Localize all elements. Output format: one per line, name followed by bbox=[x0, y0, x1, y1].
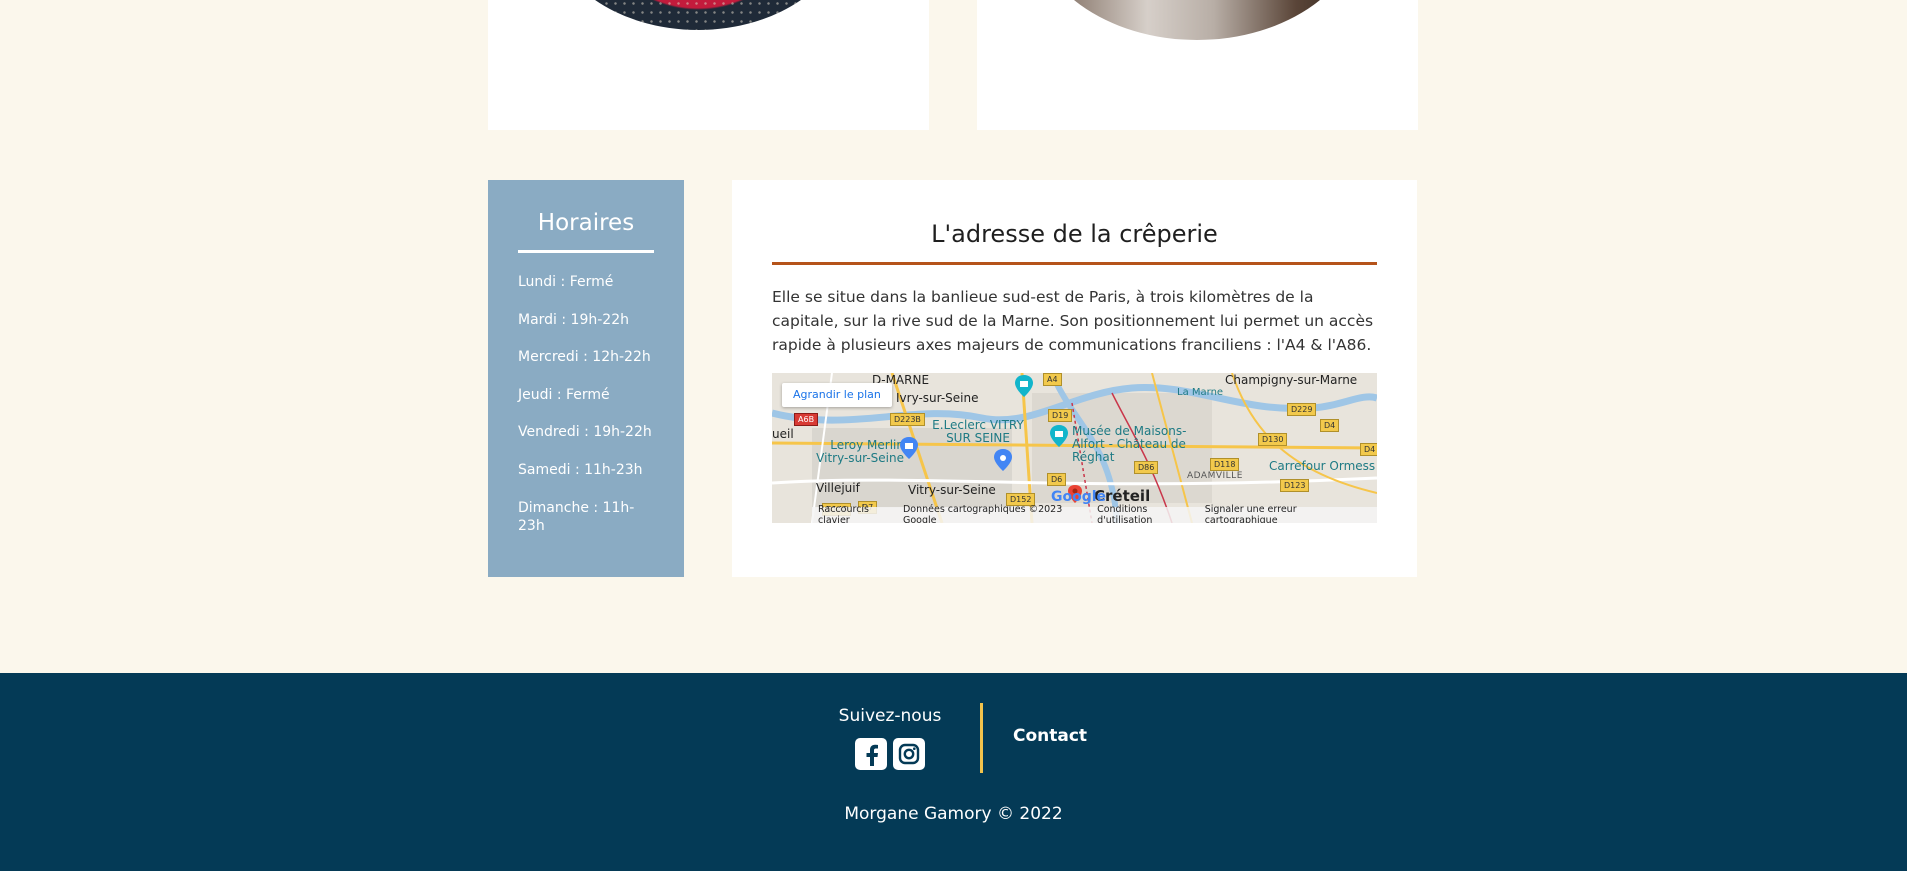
terms-link[interactable]: Conditions d'utilisation bbox=[1097, 504, 1205, 523]
address-description: Elle se situe dans la banlieue sud-est d… bbox=[772, 288, 1374, 354]
map-label-villejuif: Villejuif bbox=[816, 481, 860, 495]
address-title: L'adresse de la crêperie bbox=[772, 220, 1377, 265]
road-shield: D223B bbox=[890, 413, 925, 426]
map-label-adamville: ADAMVILLE bbox=[1187, 471, 1243, 481]
road-shield: D123 bbox=[1280, 479, 1310, 492]
map-label-ivry: Ivry-sur-Seine bbox=[896, 391, 979, 405]
road-shield: D229 bbox=[1287, 403, 1317, 416]
road-shield: D130 bbox=[1258, 433, 1288, 446]
hours-item-monday: Lundi : Fermé bbox=[518, 274, 614, 290]
road-shield: D4 bbox=[1320, 419, 1340, 432]
instagram-icon[interactable] bbox=[893, 738, 925, 770]
gallery-card-crepe bbox=[488, 0, 929, 130]
map-label-leroy-merlin: Leroy Merlin Vitry-sur-Seine bbox=[816, 438, 904, 465]
hours-item-thursday: Jeudi : Fermé bbox=[518, 386, 610, 403]
hours-item-wednesday: Mercredi : 12h-22h bbox=[518, 349, 651, 366]
hours-item-sunday: Dimanche : 11h-23h bbox=[518, 499, 635, 534]
follow-us-label: Suivez-nous bbox=[838, 706, 942, 726]
address-panel: L'adresse de la crêperie Elle se situe d… bbox=[732, 180, 1417, 577]
hours-item-friday: Vendredi : 19h-22h bbox=[518, 424, 652, 441]
report-error-link[interactable]: Signaler une erreur cartographique bbox=[1205, 504, 1371, 523]
google-map[interactable]: D-MARNE Ivry-sur-Seine Champigny-sur-Mar… bbox=[772, 373, 1377, 523]
map-label-leclerc: E.Leclerc VITRY SUR SEINE bbox=[932, 418, 1024, 445]
contact-link[interactable]: Contact bbox=[1013, 726, 1087, 746]
hours-panel: Horaires Lundi : Fermé Mardi : 19h-22h M… bbox=[488, 180, 684, 577]
map-label-ueil: ueil bbox=[772, 427, 794, 441]
road-shield: D118 bbox=[1210, 458, 1240, 471]
road-shield: D6 bbox=[1047, 473, 1067, 486]
map-data-credit: Données cartographiques ©2023 Google bbox=[902, 504, 1063, 523]
road-shield: A6B bbox=[794, 413, 819, 426]
social-links bbox=[820, 738, 960, 770]
follow-us-block: Suivez-nous bbox=[820, 706, 960, 770]
footer-divider bbox=[980, 703, 983, 773]
keyboard-shortcuts-link[interactable]: Raccourcis clavier bbox=[818, 504, 903, 523]
hours-title: Horaires bbox=[518, 210, 654, 253]
gallery-card-photo bbox=[977, 0, 1418, 130]
copyright-text: Morgane Gamory © 2022 bbox=[844, 804, 1063, 824]
site-footer: Suivez-nous Contact Morgane Gamory © 202… bbox=[0, 673, 1907, 871]
hours-item-saturday: Samedi : 11h-23h bbox=[518, 461, 643, 478]
google-logo: Google bbox=[1051, 489, 1107, 505]
road-shield: D19 bbox=[1048, 409, 1073, 422]
map-label-carrefour: Carrefour Ormess bbox=[1269, 459, 1376, 473]
map-footer: Raccourcis clavier Données cartographiqu… bbox=[812, 504, 1377, 523]
map-label-champigny: Champigny-sur-Marne bbox=[1225, 373, 1358, 387]
road-shield: D86 bbox=[1134, 461, 1159, 474]
hours-list: Lundi : Fermé Mardi : 19h-22h Mercredi :… bbox=[518, 273, 654, 536]
person-photo-image bbox=[1032, 0, 1362, 40]
map-label-musee: Musée de Maisons-Alfort - Château de Rég… bbox=[1072, 424, 1187, 464]
enlarge-map-button[interactable]: Agrandir le plan bbox=[782, 383, 892, 407]
road-shield: A4 bbox=[1043, 373, 1062, 386]
map-label-la-marne: La Marne bbox=[1177, 387, 1224, 398]
map-label-vitry: Vitry-sur-Seine bbox=[908, 483, 996, 497]
hours-item-tuesday: Mardi : 19h-22h bbox=[518, 311, 629, 328]
facebook-icon[interactable] bbox=[855, 738, 887, 770]
road-shield: D4 bbox=[1360, 443, 1377, 456]
